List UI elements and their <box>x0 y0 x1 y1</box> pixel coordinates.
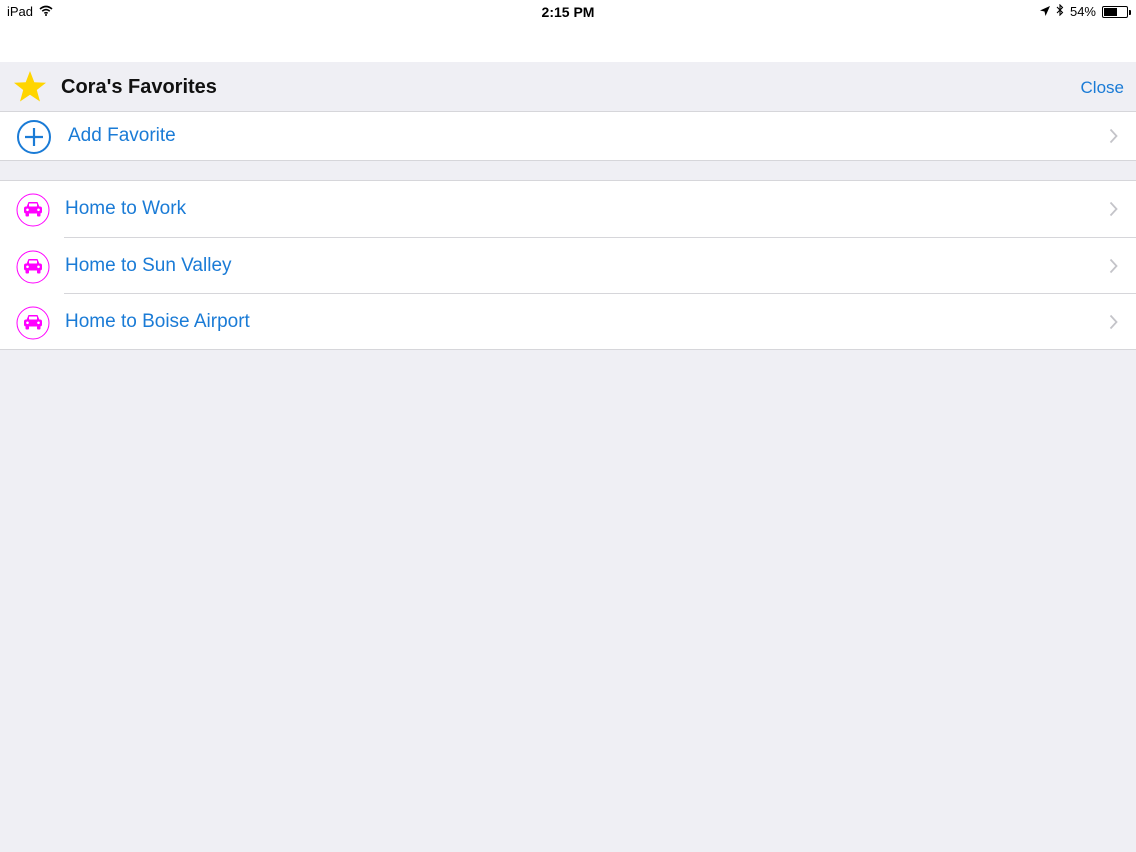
chevron-right-icon <box>1109 258 1118 279</box>
chevron-right-icon <box>1109 201 1118 222</box>
battery-fill <box>1104 7 1117 16</box>
top-spacer <box>0 24 1136 62</box>
car-icon <box>16 306 50 345</box>
favorites-list: Home to Work Home to Sun Valley Home to … <box>0 180 1136 350</box>
status-time: 2:15 PM <box>541 4 595 20</box>
chevron-right-icon <box>1109 128 1118 149</box>
status-right: 54% <box>1039 3 1131 19</box>
popover-header: Cora's Favorites Close <box>0 62 1136 112</box>
bluetooth-icon <box>1056 3 1064 19</box>
plus-circle-icon <box>16 119 52 160</box>
favorite-label: Home to Boise Airport <box>65 311 250 332</box>
battery-percent: 54% <box>1069 4 1096 19</box>
favorite-label: Home to Work <box>65 198 187 219</box>
status-bar: iPad 2:15 PM 54% <box>0 0 1136 24</box>
star-icon <box>12 69 48 110</box>
car-icon <box>16 193 50 232</box>
favorite-item-home-to-boise-airport[interactable]: Home to Boise Airport <box>0 294 1136 351</box>
favorite-item-home-to-sun-valley[interactable]: Home to Sun Valley <box>0 238 1136 294</box>
chevron-right-icon <box>1109 314 1118 335</box>
car-icon <box>16 250 50 289</box>
location-arrow-icon <box>1039 4 1050 19</box>
favorite-label: Home to Sun Valley <box>65 254 232 276</box>
favorite-item-home-to-work[interactable]: Home to Work <box>0 181 1136 238</box>
add-favorite-row[interactable]: Add Favorite <box>0 112 1136 161</box>
close-button[interactable]: Close <box>1081 78 1124 98</box>
page-title: Cora's Favorites <box>61 76 217 98</box>
add-favorite-label: Add Favorite <box>68 125 176 146</box>
battery-icon <box>1102 5 1131 18</box>
